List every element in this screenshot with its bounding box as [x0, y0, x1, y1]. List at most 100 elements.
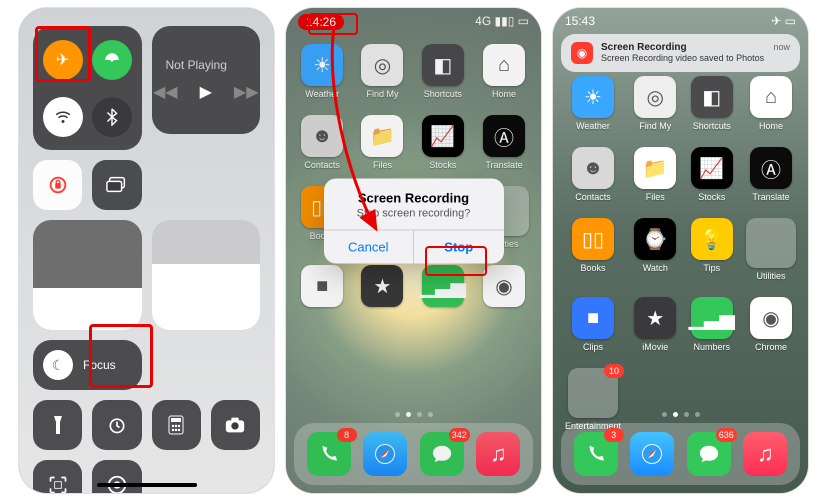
folder-icon: 10	[568, 368, 618, 418]
app-Entertainment[interactable]: 10Entertainment	[565, 368, 621, 431]
status-right: ✈ ▭	[771, 14, 796, 28]
app-label: Clips	[583, 342, 603, 352]
app-Weather[interactable]: ☀ Weather	[565, 76, 621, 131]
prev-track-icon[interactable]: ◀◀	[153, 82, 178, 102]
app-Translate[interactable]: ⒶTranslate	[746, 147, 796, 202]
weather-icon: ☀	[572, 76, 614, 118]
alert-message: Stop screen recording?	[324, 208, 504, 230]
translate-icon: Ⓐ	[750, 147, 792, 189]
rotation-lock-icon	[47, 174, 69, 196]
stocks-icon: 📈	[691, 147, 733, 189]
phone-stop-recording: 14:26 4G ▮▮▯ ▭ ☀Weather◎Find My◧Shortcut…	[286, 8, 541, 493]
app-Contacts[interactable]: ☻ Contacts	[565, 147, 621, 202]
dock-messages[interactable]: 636	[687, 432, 731, 476]
phone-badge: 3	[604, 428, 624, 442]
dock-safari[interactable]	[630, 432, 674, 476]
camera-button[interactable]	[211, 400, 260, 450]
messages-icon	[698, 443, 720, 465]
airplane-mode-toggle[interactable]: ✈	[43, 40, 83, 80]
app-Clips[interactable]: ■ Clips	[565, 297, 621, 352]
app-Books[interactable]: ▯▯ Books	[565, 218, 621, 281]
app-label: Tips	[703, 263, 720, 273]
wifi-toggle[interactable]	[43, 97, 83, 137]
brightness-slider[interactable]: ☀	[33, 220, 142, 330]
focus-label: Focus	[83, 358, 116, 372]
app-label: Contacts	[575, 192, 611, 202]
files-icon: 📁	[634, 147, 676, 189]
airplane-icon: ✈	[56, 50, 69, 70]
focus-button[interactable]: ☾ Focus	[33, 340, 142, 390]
app-Chrome[interactable]: ◉ Chrome	[746, 297, 796, 352]
app-Find My[interactable]: ◎Find My	[633, 76, 677, 131]
dock-music[interactable]: ♫	[743, 432, 787, 476]
app-Shortcuts[interactable]: ◧ Shortcuts	[690, 76, 734, 131]
dock-phone[interactable]: 3	[574, 432, 618, 476]
calculator-icon	[168, 415, 184, 435]
bluetooth-icon	[105, 108, 119, 126]
app-Numbers[interactable]: ▁▃▅ Numbers	[690, 297, 734, 352]
bluetooth-toggle[interactable]	[92, 97, 132, 137]
app-label: Weather	[576, 121, 610, 131]
volume-icon: 🔊	[197, 305, 214, 322]
banner-message: Screen Recording video saved to Photos	[601, 53, 765, 63]
cellular-icon	[103, 51, 121, 69]
connectivity-panel: ✈	[33, 26, 142, 150]
screen-mirroring-button[interactable]	[92, 160, 141, 210]
flashlight-icon	[51, 414, 65, 436]
app-iMovie[interactable]: ★iMovie	[633, 297, 677, 352]
dock: 3 636 ♫	[561, 423, 800, 485]
notification-banner[interactable]: ◉ Screen Recording Screen Recording vide…	[561, 34, 800, 72]
clips-icon: ■	[572, 297, 614, 339]
home-indicator[interactable]	[97, 483, 197, 487]
qr-scanner-button[interactable]	[33, 460, 82, 493]
contacts-icon: ☻	[572, 147, 614, 189]
app-label: Files	[646, 192, 665, 202]
chrome-icon: ◉	[750, 297, 792, 339]
rotation-lock-button[interactable]	[33, 160, 82, 210]
app-label: Stocks	[698, 192, 725, 202]
app-Home[interactable]: ⌂Home	[746, 76, 796, 131]
media-panel[interactable]: Not Playing ◀◀ ▶ ▶▶	[152, 26, 261, 134]
alert-cancel-button[interactable]: Cancel	[324, 231, 415, 264]
brightness-icon: ☀	[81, 305, 94, 322]
page-dots[interactable]	[553, 412, 808, 417]
phone-saved-notification: 15:43 ✈ ▭ ◉ Screen Recording Screen Reco…	[553, 8, 808, 493]
app-label: Chrome	[755, 342, 787, 352]
messages-badge: 636	[716, 428, 737, 442]
cellular-data-toggle[interactable]	[92, 40, 132, 80]
phone-icon	[585, 443, 607, 465]
flashlight-button[interactable]	[33, 400, 82, 450]
banner-title: Screen Recording	[601, 42, 765, 53]
shortcuts-icon: ◧	[691, 76, 733, 118]
app-Utilities[interactable]: Utilities	[746, 218, 796, 281]
phone-control-center: ✈ Not Playing ◀◀	[19, 8, 274, 493]
wifi-icon	[54, 108, 72, 126]
screen-mirroring-icon	[106, 176, 128, 194]
play-icon[interactable]: ▶	[200, 82, 212, 102]
app-label: iMovie	[642, 342, 668, 352]
numbers-icon: ▁▃▅	[691, 297, 733, 339]
next-track-icon[interactable]: ▶▶	[234, 82, 259, 102]
screen-recording-alert: Screen Recording Stop screen recording? …	[324, 179, 504, 264]
alert-stop-button[interactable]: Stop	[414, 231, 504, 264]
volume-slider[interactable]: 🔊	[152, 220, 261, 330]
app-Stocks[interactable]: 📈 Stocks	[690, 147, 734, 202]
watch-icon: ⌚	[634, 218, 676, 260]
app-label: Watch	[643, 263, 668, 273]
folder-icon	[746, 218, 796, 268]
status-time: 15:43	[565, 14, 595, 28]
battery-icon: ▭	[785, 14, 796, 28]
app-label: Numbers	[694, 342, 731, 352]
app-label: Shortcuts	[693, 121, 731, 131]
screen-recording-app-icon: ◉	[571, 42, 593, 64]
app-Files[interactable]: 📁 Files	[633, 147, 677, 202]
app-label: Books	[581, 263, 606, 273]
home-icon: ⌂	[750, 76, 792, 118]
books-icon: ▯▯	[572, 218, 614, 260]
calculator-button[interactable]	[152, 400, 201, 450]
timer-button[interactable]	[92, 400, 141, 450]
screen-record-button[interactable]	[92, 460, 141, 493]
qr-scanner-icon	[48, 475, 68, 493]
app-Watch[interactable]: ⌚ Watch	[633, 218, 677, 281]
app-Tips[interactable]: 💡Tips	[690, 218, 734, 281]
